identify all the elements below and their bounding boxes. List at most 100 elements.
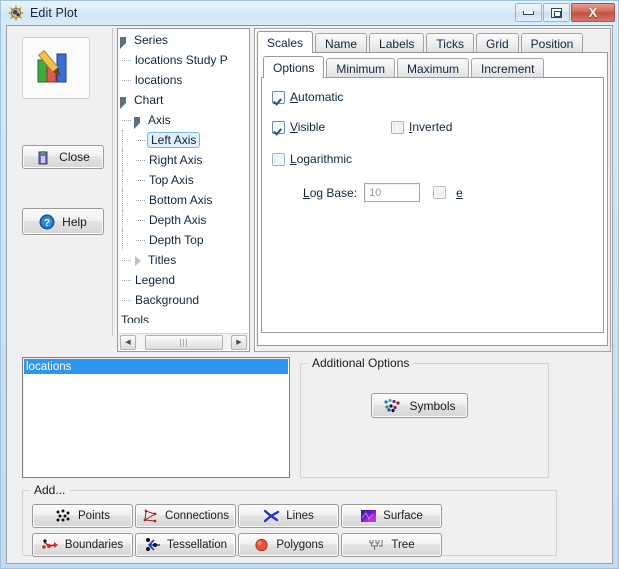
tab-ticks[interactable]: Ticks bbox=[426, 33, 474, 53]
scrollbar-track[interactable]: ||| bbox=[137, 334, 230, 350]
tab-position[interactable]: Position bbox=[520, 33, 584, 53]
maximize-button[interactable] bbox=[543, 3, 570, 22]
tree-guide bbox=[119, 130, 133, 150]
tree-guide bbox=[119, 170, 133, 190]
e-checkbox[interactable] bbox=[433, 186, 447, 199]
add-button-label: Polygons bbox=[276, 539, 324, 551]
tree-guide bbox=[133, 170, 147, 190]
tree-node-label: Legend bbox=[135, 273, 176, 287]
tree-node-locations[interactable]: locations bbox=[119, 70, 248, 90]
add-button-label: Boundaries bbox=[64, 539, 124, 551]
caption-button-group: X bbox=[515, 3, 615, 22]
tab-grid[interactable]: Grid bbox=[475, 33, 519, 53]
tree-node-label: Series bbox=[134, 33, 169, 47]
tab-options[interactable]: Options bbox=[263, 56, 325, 78]
visible-checkbox[interactable] bbox=[272, 120, 285, 134]
properties-panel: Scales Name Labels Ticks Grid Position Option… bbox=[254, 28, 611, 352]
scatter-symbols-icon bbox=[383, 398, 403, 413]
close-button[interactable]: Close bbox=[22, 145, 104, 169]
collapse-triangle-icon[interactable] bbox=[119, 35, 130, 49]
bar-chart-with-brush-icon bbox=[37, 49, 67, 83]
collapse-triangle-icon[interactable] bbox=[133, 115, 144, 129]
add-lines-button[interactable]: Lines bbox=[238, 504, 339, 528]
tab-label: Increment bbox=[481, 61, 535, 76]
log-base-input[interactable]: 10 bbox=[364, 183, 421, 202]
tab-scales[interactable]: Scales bbox=[257, 31, 314, 53]
automatic-checkbox[interactable] bbox=[272, 90, 285, 104]
dialog-client-area: Close ? Help Series locations Study P loca… bbox=[6, 25, 613, 564]
tab-label: Maximum bbox=[407, 61, 460, 76]
chevron-left-icon[interactable]: ◀ bbox=[120, 334, 136, 350]
add-button-label: Tree bbox=[391, 539, 415, 551]
tree-guide bbox=[133, 130, 147, 150]
tab-label: Ticks bbox=[436, 36, 464, 51]
collapse-triangle-icon[interactable] bbox=[119, 95, 130, 109]
left-side-panel: Close ? Help bbox=[9, 28, 113, 336]
logarithmic-checkbox[interactable] bbox=[272, 152, 285, 166]
connections-graph-icon bbox=[142, 509, 159, 524]
tab-name[interactable]: Name bbox=[315, 33, 368, 53]
add-polygons-button[interactable]: Polygons bbox=[238, 533, 339, 557]
scrollbar-thumb[interactable]: ||| bbox=[145, 334, 223, 350]
help-button[interactable]: ? Help bbox=[22, 208, 104, 235]
automatic-checkbox-row[interactable]: Automatic bbox=[272, 90, 343, 104]
tree-node-locations-study-p[interactable]: locations Study P bbox=[119, 50, 248, 70]
tree-horizontal-scrollbar[interactable]: ◀ ||| ▶ bbox=[119, 333, 248, 350]
add-points-button[interactable]: Points bbox=[32, 504, 133, 528]
add-surface-button[interactable]: Surface bbox=[341, 504, 442, 528]
tree-node-label: Right Axis bbox=[149, 153, 203, 167]
inverted-checkbox-row[interactable]: Inverted bbox=[391, 120, 452, 134]
chevron-right-icon[interactable]: ▶ bbox=[231, 334, 247, 350]
tree-guide bbox=[119, 150, 133, 170]
tree-node-label: Background bbox=[135, 293, 200, 307]
tree-node-right-axis[interactable]: Right Axis bbox=[119, 150, 248, 170]
tree-node-series[interactable]: Series bbox=[119, 30, 248, 50]
logarithmic-checkbox-row[interactable]: Logarithmic bbox=[272, 152, 352, 166]
tree-node-tools[interactable]: Tools bbox=[119, 310, 248, 323]
tab-label: Grid bbox=[485, 36, 509, 51]
tree-node-background[interactable]: Background bbox=[119, 290, 248, 310]
tree-node-titles[interactable]: Titles bbox=[119, 250, 248, 270]
tree-node-top-axis[interactable]: Top Axis bbox=[119, 170, 248, 190]
tab-minimum[interactable]: Minimum bbox=[326, 58, 396, 78]
symbols-button[interactable]: Symbols bbox=[371, 393, 468, 418]
list-item[interactable]: locations bbox=[24, 359, 288, 374]
tree-node-legend[interactable]: Legend bbox=[119, 270, 248, 290]
exit-door-icon bbox=[36, 150, 53, 165]
tree-node-bottom-axis[interactable]: Bottom Axis bbox=[119, 190, 248, 210]
tab-label: Name bbox=[325, 36, 358, 51]
plot-element-tree[interactable]: Series locations Study P locations Chart Axi… bbox=[117, 28, 250, 352]
tab-maximum[interactable]: Maximum bbox=[397, 58, 470, 78]
tree-guide bbox=[119, 210, 133, 230]
add-tree-button[interactable]: Tree bbox=[341, 533, 442, 557]
tree-node-depth-top[interactable]: Depth Top bbox=[119, 230, 248, 250]
symbols-button-label: Symbols bbox=[409, 398, 456, 413]
additional-options-group: Additional Options Symbols bbox=[300, 356, 549, 478]
tree-node-label: Tools bbox=[121, 313, 150, 323]
tab-label: Scales bbox=[267, 35, 304, 50]
tree-guide bbox=[119, 230, 133, 250]
series-list-box[interactable]: locations bbox=[22, 357, 290, 478]
tree-guide bbox=[119, 270, 133, 290]
tree-node-label: Chart bbox=[134, 93, 164, 107]
add-connections-button[interactable]: Connections bbox=[135, 504, 236, 528]
tree-node-label: Titles bbox=[148, 253, 177, 267]
logarithmic-label: Logarithmic bbox=[290, 152, 353, 166]
inverted-checkbox[interactable] bbox=[391, 120, 404, 134]
expand-triangle-icon[interactable] bbox=[133, 255, 144, 266]
tab-labels[interactable]: Labels bbox=[369, 33, 425, 53]
title-bar[interactable]: Edit Plot X bbox=[1, 1, 618, 25]
tab-increment[interactable]: Increment bbox=[471, 58, 545, 78]
tree-node-axis[interactable]: Axis bbox=[119, 110, 248, 130]
add-tessellation-button[interactable]: Tessellation bbox=[135, 533, 236, 557]
question-mark-icon: ? bbox=[39, 214, 56, 230]
tree-node-left-axis[interactable]: Left Axis bbox=[119, 130, 248, 150]
inverted-label: Inverted bbox=[409, 120, 453, 134]
tree-node-chart[interactable]: Chart bbox=[119, 90, 248, 110]
log-base-label: Log Base: bbox=[303, 185, 358, 200]
tree-node-depth-axis[interactable]: Depth Axis bbox=[119, 210, 248, 230]
close-window-button[interactable]: X bbox=[571, 3, 615, 22]
minimize-button[interactable] bbox=[515, 3, 542, 22]
add-boundaries-button[interactable]: Boundaries bbox=[32, 533, 133, 557]
visible-checkbox-row[interactable]: Visible bbox=[272, 120, 325, 134]
